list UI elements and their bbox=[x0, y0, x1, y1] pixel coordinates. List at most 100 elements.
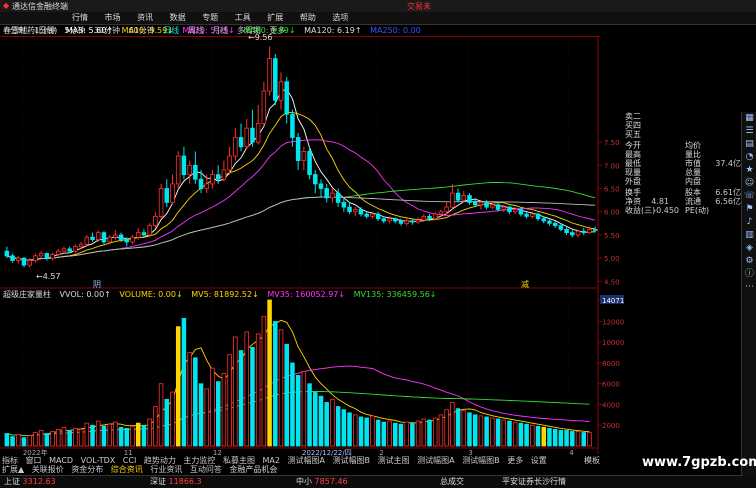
extension-tab-active[interactable]: 综合资讯 bbox=[111, 465, 143, 474]
index-sme[interactable]: 中小 7857.46 bbox=[296, 476, 348, 488]
indicator-tab[interactable]: 测试幅图A bbox=[288, 456, 325, 465]
volume-bar bbox=[61, 426, 67, 447]
grid-icon[interactable]: ▦ bbox=[742, 112, 756, 125]
indicator-name[interactable]: 超级庄家量柱 bbox=[3, 290, 51, 299]
bell-icon[interactable]: ♪ bbox=[742, 216, 756, 229]
volume-bar bbox=[518, 422, 524, 447]
volume-bar bbox=[341, 409, 347, 447]
candle-body bbox=[592, 228, 598, 231]
volume-bar bbox=[490, 417, 495, 447]
list-icon[interactable]: ☰ bbox=[742, 125, 756, 138]
volume-bar bbox=[387, 420, 392, 447]
volume-bar bbox=[215, 381, 221, 447]
candle-body bbox=[581, 230, 586, 234]
indicator-tab[interactable]: 窗口 bbox=[26, 456, 42, 465]
volume-bar bbox=[227, 354, 232, 447]
indicator-tab[interactable]: 测试幅图B bbox=[333, 456, 371, 465]
volume-bar bbox=[307, 383, 312, 447]
volume-bar bbox=[450, 402, 455, 447]
volume-bar bbox=[444, 409, 449, 447]
book-icon[interactable]: ▥ bbox=[742, 229, 756, 242]
index-shenzhen[interactable]: 深证 11866.3 bbox=[150, 476, 202, 488]
volume-bar bbox=[421, 418, 427, 447]
mv35-label: MV35: 160052.97↓ bbox=[267, 290, 346, 299]
indicator-tab[interactable]: 测试幅图B bbox=[462, 456, 500, 465]
info-icon[interactable]: ⓘ bbox=[742, 268, 756, 281]
extension-tab[interactable]: 资金分布 bbox=[71, 465, 103, 474]
volume-tick-label: 2000 bbox=[602, 422, 620, 430]
kline-chart[interactable]: 2022年 11 12 2022/12/22/四 2 3 4 4.505.005.506.0… bbox=[0, 0, 756, 487]
candle-body bbox=[398, 220, 404, 224]
candle-body bbox=[233, 137, 238, 157]
extension-tab[interactable]: 金融产品机会 bbox=[229, 465, 277, 474]
candle-body bbox=[421, 215, 427, 221]
candle-body bbox=[187, 164, 192, 176]
indicator-tab[interactable]: 指标 bbox=[2, 456, 18, 465]
candle-body bbox=[467, 195, 472, 203]
indicator-tab-settings[interactable]: 设置 bbox=[531, 456, 547, 465]
phone-icon[interactable]: ☏ bbox=[742, 190, 756, 203]
indicator-tab[interactable]: 测试幅图A bbox=[417, 456, 454, 465]
gear-icon[interactable]: ⚙ bbox=[742, 255, 756, 268]
indicator-tab[interactable]: MACD bbox=[49, 456, 73, 465]
volume-bar bbox=[33, 432, 38, 447]
candle-body bbox=[392, 218, 398, 222]
volume-bar bbox=[278, 329, 284, 447]
more-icon[interactable]: ⋯ bbox=[742, 281, 756, 294]
volume-bar bbox=[381, 421, 387, 447]
extension-tab[interactable]: 互动问答 bbox=[190, 465, 222, 474]
volume-bar bbox=[313, 391, 318, 447]
user-icon[interactable]: ☺ bbox=[742, 177, 756, 190]
flag-icon[interactable]: ⚑ bbox=[742, 203, 756, 216]
indicator-tab[interactable]: 私募主图 bbox=[223, 456, 255, 465]
volume-bar bbox=[467, 412, 472, 447]
pie-icon[interactable]: ◔ bbox=[742, 151, 756, 164]
candle-body bbox=[301, 150, 307, 162]
mv135-label: MV135: 336459.56↓ bbox=[353, 290, 437, 299]
mv5-label: MV5: 81892.52↓ bbox=[191, 290, 259, 299]
extension-tab[interactable]: 扩展▲ bbox=[2, 465, 24, 474]
candle-body bbox=[84, 236, 90, 245]
volume-bar bbox=[67, 430, 72, 447]
volume-bar bbox=[558, 430, 564, 447]
indicator-tab[interactable]: 主力监控 bbox=[183, 456, 215, 465]
candle-body bbox=[130, 236, 135, 243]
indicator-tab[interactable]: VOL-TDX bbox=[81, 456, 116, 465]
candle-body bbox=[33, 255, 38, 261]
candle-body bbox=[512, 209, 518, 213]
tag-icon[interactable]: ◈ bbox=[742, 242, 756, 255]
total-turnover[interactable]: 总成交 bbox=[440, 476, 464, 488]
extension-tab[interactable]: 关联报价 bbox=[32, 465, 64, 474]
volume-bar bbox=[427, 419, 432, 447]
template-toggle[interactable]: 模板 bbox=[584, 456, 606, 465]
server-name[interactable]: 平安证券长沙行情 bbox=[502, 476, 566, 488]
indicator-tab[interactable]: MA2 bbox=[263, 456, 280, 465]
volume-bar bbox=[398, 423, 404, 447]
volume-bar bbox=[233, 336, 238, 447]
indicator-tab[interactable]: 趋势动力 bbox=[144, 456, 176, 465]
volume-bar bbox=[10, 436, 15, 447]
candle-body bbox=[570, 232, 575, 236]
candle-body bbox=[193, 164, 198, 180]
volume-bar bbox=[210, 367, 215, 447]
candle-body bbox=[50, 254, 55, 259]
candle-body bbox=[530, 213, 535, 217]
volume-bar bbox=[484, 416, 489, 447]
volume-tick-label: 14071 bbox=[602, 297, 624, 305]
volume-bar bbox=[324, 402, 329, 447]
candle-body bbox=[381, 218, 387, 222]
chart-icon[interactable]: ▤ bbox=[742, 138, 756, 151]
volume-bar bbox=[295, 375, 301, 447]
indicator-tab[interactable]: 测试主图 bbox=[378, 456, 410, 465]
candle-body bbox=[335, 192, 341, 203]
index-shanghai[interactable]: 上证 3312.63 bbox=[4, 476, 56, 488]
indicator-tab-more[interactable]: 更多 bbox=[507, 456, 523, 465]
extension-tab[interactable]: 行业资讯 bbox=[150, 465, 182, 474]
candle-body bbox=[95, 232, 101, 240]
ma5-label: MA5: 5.60↑ bbox=[65, 26, 114, 35]
indicator-tab[interactable]: CCI bbox=[123, 456, 137, 465]
volume-bar bbox=[541, 426, 546, 447]
star-icon[interactable]: ★ bbox=[742, 164, 756, 177]
volume-bar bbox=[4, 433, 10, 447]
stock-name[interactable]: 春雪制药(日线) bbox=[3, 26, 57, 35]
